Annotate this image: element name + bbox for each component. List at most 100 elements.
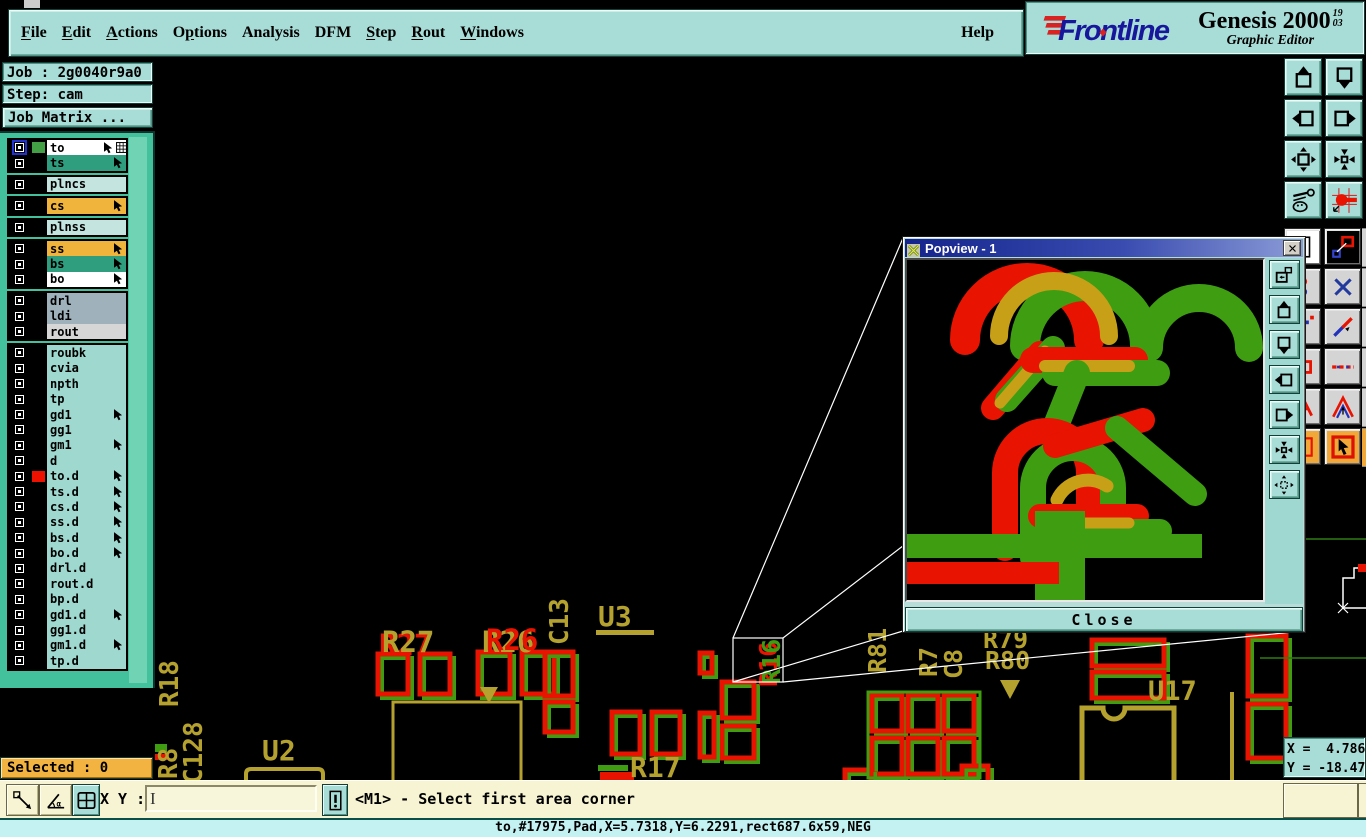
menu-item-file[interactable]: File bbox=[21, 24, 47, 42]
popview-pan-left-button[interactable] bbox=[1268, 365, 1300, 394]
zoom-arrows-out-button[interactable] bbox=[1284, 140, 1322, 178]
menu-item-help[interactable]: Help bbox=[961, 24, 994, 42]
pad-origin-button[interactable] bbox=[1325, 181, 1363, 219]
layer-color-swatch[interactable] bbox=[30, 240, 47, 257]
grid-snap-button[interactable] bbox=[72, 784, 100, 816]
menu-item-analysis[interactable]: Analysis bbox=[242, 24, 300, 42]
layer-color-swatch[interactable] bbox=[30, 219, 47, 235]
layer-color-swatch[interactable] bbox=[30, 622, 47, 638]
measure-angle-button[interactable]: α bbox=[39, 784, 72, 816]
layer-row-to.d[interactable]: to.d bbox=[9, 468, 126, 484]
layer-checkbox-to[interactable] bbox=[9, 140, 30, 156]
layer-checkbox-gg1[interactable] bbox=[9, 422, 30, 438]
layer-color-swatch[interactable] bbox=[30, 653, 47, 669]
layer-checkbox-cs.d[interactable] bbox=[9, 499, 30, 515]
cutoff-toolbar-button[interactable] bbox=[1362, 388, 1366, 427]
layer-checkbox-npth[interactable] bbox=[9, 376, 30, 392]
layer-row-gd1.d[interactable]: gd1.d bbox=[9, 606, 126, 623]
layer-checkbox-ldi[interactable] bbox=[9, 308, 30, 324]
layer-checkbox-bo[interactable] bbox=[9, 271, 30, 288]
layer-row-gg1.d[interactable]: gg1.d bbox=[9, 622, 126, 638]
menu-item-step[interactable]: Step bbox=[366, 24, 396, 42]
layer-color-swatch[interactable] bbox=[30, 293, 47, 309]
layer-row-ts[interactable]: ts bbox=[9, 155, 126, 171]
layer-color-swatch[interactable] bbox=[30, 529, 47, 546]
layer-color-swatch[interactable] bbox=[30, 376, 47, 392]
layer-checkbox-rout[interactable] bbox=[9, 323, 30, 340]
menu-item-dfm[interactable]: DFM bbox=[315, 24, 351, 42]
layer-row-gd1[interactable]: gd1 bbox=[9, 406, 126, 423]
layer-color-swatch[interactable] bbox=[30, 606, 47, 623]
layer-color-swatch[interactable] bbox=[30, 155, 47, 171]
layer-row-ss[interactable]: ss bbox=[9, 240, 126, 257]
layer-checkbox-tp.d[interactable] bbox=[9, 653, 30, 669]
cutoff-toolbar-button[interactable] bbox=[1362, 308, 1366, 347]
layer-color-swatch[interactable] bbox=[30, 637, 47, 654]
layer-checkbox-bs.d[interactable] bbox=[9, 529, 30, 546]
line-diag-button[interactable] bbox=[1324, 308, 1361, 345]
menu-item-edit[interactable]: Edit bbox=[62, 24, 91, 42]
layer-checkbox-cs[interactable] bbox=[9, 198, 30, 214]
measure-distance-button[interactable] bbox=[6, 784, 39, 816]
zoom-arrows-in-button[interactable] bbox=[1325, 140, 1363, 178]
layer-color-swatch[interactable] bbox=[30, 391, 47, 407]
popview-center-out-button[interactable] bbox=[1268, 470, 1300, 499]
layer-color-swatch[interactable] bbox=[30, 176, 47, 193]
layer-color-swatch[interactable] bbox=[30, 360, 47, 377]
pan-up-button[interactable] bbox=[1284, 58, 1322, 96]
layer-row-rout.d[interactable]: rout.d bbox=[9, 576, 126, 592]
layer-color-swatch[interactable] bbox=[30, 271, 47, 288]
cutoff-toolbar-button[interactable] bbox=[1362, 268, 1366, 307]
layer-row-ts.d[interactable]: ts.d bbox=[9, 483, 126, 500]
popview-win-copy-button[interactable] bbox=[1268, 260, 1300, 289]
delete-x-button[interactable] bbox=[1324, 268, 1361, 305]
layer-checkbox-gm1[interactable] bbox=[9, 437, 30, 454]
layer-row-gg1[interactable]: gg1 bbox=[9, 422, 126, 438]
cutoff-toolbar-button[interactable] bbox=[1362, 428, 1366, 467]
layer-color-swatch[interactable] bbox=[30, 499, 47, 515]
layer-checkbox-drl.d[interactable] bbox=[9, 560, 30, 577]
layer-row-bs.d[interactable]: bs.d bbox=[9, 529, 126, 546]
layer-row-to[interactable]: to bbox=[9, 140, 127, 156]
layer-color-swatch[interactable] bbox=[30, 140, 47, 156]
alert-button[interactable] bbox=[322, 784, 348, 816]
layer-row-plnss[interactable]: plnss bbox=[9, 219, 126, 235]
layer-color-swatch[interactable] bbox=[30, 323, 47, 340]
triangle-a-button[interactable] bbox=[1324, 388, 1361, 425]
layer-checkbox-bo.d[interactable] bbox=[9, 545, 30, 561]
layer-color-swatch[interactable] bbox=[30, 560, 47, 577]
layer-row-drl[interactable]: drl bbox=[9, 293, 126, 309]
layer-color-swatch[interactable] bbox=[30, 422, 47, 438]
layer-checkbox-plnss[interactable] bbox=[9, 219, 30, 235]
layer-row-tp.d[interactable]: tp.d bbox=[9, 653, 126, 669]
layer-checkbox-ss.d[interactable] bbox=[9, 514, 30, 530]
popview-pan-right-button[interactable] bbox=[1268, 400, 1300, 429]
layer-color-swatch[interactable] bbox=[30, 483, 47, 500]
tools-button[interactable] bbox=[1284, 181, 1322, 219]
layer-row-bo.d[interactable]: bo.d bbox=[9, 545, 126, 561]
zoom-window-button[interactable] bbox=[1324, 228, 1361, 265]
popview-titlebar[interactable]: Popview - 1 bbox=[905, 239, 1303, 257]
layer-checkbox-bs[interactable] bbox=[9, 256, 30, 272]
layer-color-swatch[interactable] bbox=[30, 576, 47, 592]
layer-checkbox-to.d[interactable] bbox=[9, 468, 30, 484]
layer-color-swatch[interactable] bbox=[30, 406, 47, 423]
popview-close-x-button[interactable] bbox=[1283, 240, 1301, 256]
layer-row-tp[interactable]: tp bbox=[9, 391, 126, 407]
cutoff-toolbar-button[interactable] bbox=[1362, 228, 1366, 267]
layer-row-plncs[interactable]: plncs bbox=[9, 176, 126, 193]
popview-pan-down-button[interactable] bbox=[1268, 330, 1300, 359]
layer-checkbox-rout.d[interactable] bbox=[9, 576, 30, 592]
menu-item-rout[interactable]: Rout bbox=[411, 24, 445, 42]
layer-checkbox-d[interactable] bbox=[9, 453, 30, 469]
cutoff-toolbar-button[interactable] bbox=[1362, 348, 1366, 387]
layer-row-rout[interactable]: rout bbox=[9, 323, 126, 340]
layer-row-drl.d[interactable]: drl.d bbox=[9, 560, 126, 577]
pan-down-button[interactable] bbox=[1325, 58, 1363, 96]
menu-item-actions[interactable]: Actions bbox=[106, 24, 158, 42]
popview-zoom-arrows-in-button[interactable] bbox=[1268, 435, 1300, 464]
menu-item-options[interactable]: Options bbox=[173, 24, 227, 42]
xy-coordinate-input[interactable] bbox=[145, 785, 317, 812]
cursor-select-button[interactable] bbox=[1324, 428, 1361, 465]
layer-color-swatch[interactable] bbox=[30, 453, 47, 469]
